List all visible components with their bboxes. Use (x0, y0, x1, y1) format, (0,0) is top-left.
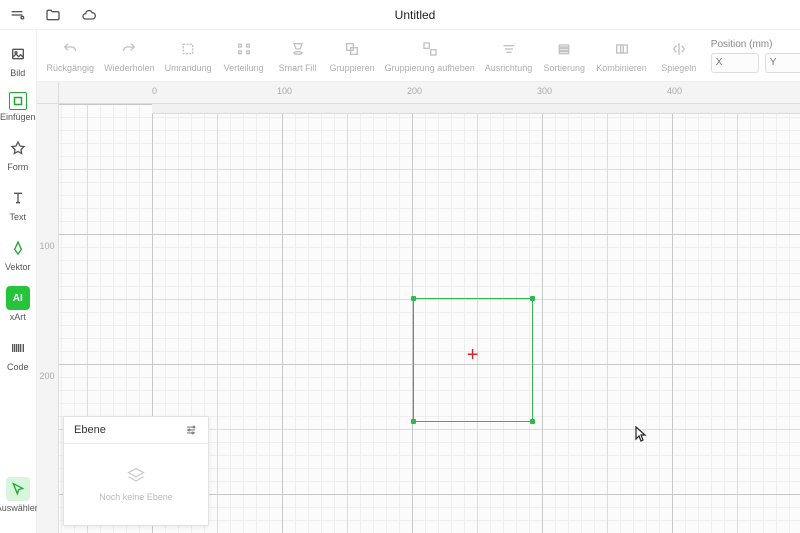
mat-margin-top (152, 104, 800, 114)
sidebar-item-label: xArt (10, 312, 26, 322)
resize-handle-se[interactable] (530, 419, 535, 424)
panel-settings-icon[interactable] (184, 423, 198, 437)
sidebar-item-label: Bild (10, 68, 25, 78)
tool-align[interactable]: Ausrichtung (485, 39, 533, 73)
tool-label: Ausrichtung (485, 63, 533, 73)
ruler-tick: 0 (152, 86, 157, 96)
ai-icon: AI (6, 286, 30, 310)
document-title: Untitled (98, 8, 732, 22)
tool-distribute[interactable]: Verteilung (222, 39, 266, 73)
position-x-input[interactable] (711, 53, 759, 73)
tool-ungroup[interactable]: Gruppierung aufheben (385, 39, 475, 73)
insert-icon (9, 92, 27, 110)
sort-icon (554, 39, 574, 59)
sidebar-item-label: Auswählen (0, 503, 40, 513)
layers-empty-text: Noch keine Ebene (99, 492, 173, 502)
position-controls: Position (mm) (711, 39, 800, 73)
mirror-icon (669, 39, 689, 59)
ruler-tick: 200 (407, 86, 422, 96)
resize-handle-ne[interactable] (530, 296, 535, 301)
ruler-vertical: 100 200 (37, 104, 59, 533)
sidebar-item-label: Form (7, 162, 28, 172)
ruler-tick: 300 (537, 86, 552, 96)
crosshair-icon: + (467, 345, 479, 365)
cloud-icon[interactable] (80, 6, 98, 24)
ruler-tick: 400 (667, 86, 682, 96)
pen-icon (6, 236, 30, 260)
layers-panel[interactable]: Ebene Noch keine Ebene (63, 416, 209, 526)
tool-label: Kombinieren (596, 63, 647, 73)
left-sidebar: Bild Einfügen Form Text Vektor (0, 30, 37, 533)
ruler-tick: 100 (40, 241, 55, 251)
align-icon (499, 39, 519, 59)
text-icon (6, 186, 30, 210)
tool-label: Umrandung (165, 63, 212, 73)
layers-panel-title: Ebene (74, 424, 106, 436)
cursor-icon (635, 426, 647, 442)
folder-icon[interactable] (44, 6, 62, 24)
sidebar-item-label: Code (7, 362, 29, 372)
undo-icon (60, 39, 80, 59)
ruler-corner (37, 82, 59, 104)
outline-icon (178, 39, 198, 59)
shape-icon (6, 136, 30, 160)
ruler-tick: 200 (40, 371, 55, 381)
tool-label: Gruppierung aufheben (385, 63, 475, 73)
barcode-icon (6, 336, 30, 360)
tool-smartfill[interactable]: Smart Fill (276, 39, 320, 73)
menu-icon[interactable] (8, 6, 26, 24)
tool-label: Gruppieren (330, 63, 375, 73)
titlebar: Untitled (0, 0, 800, 30)
sidebar-item-label: Vektor (5, 262, 31, 272)
tool-label: Sortierung (544, 63, 586, 73)
tool-group[interactable]: Gruppieren (330, 39, 375, 73)
tool-label: Spiegeln (661, 63, 696, 73)
ruler-horizontal: 0 100 200 300 400 (59, 82, 800, 104)
position-title: Position (mm) (711, 39, 800, 50)
redo-icon (119, 39, 139, 59)
sidebar-item-einfuegen[interactable]: Einfügen (0, 92, 36, 122)
sidebar-item-bild[interactable]: Bild (0, 42, 36, 78)
layers-panel-body: Noch keine Ebene (64, 444, 208, 524)
ruler-tick: 100 (277, 86, 292, 96)
sidebar-item-label: Text (10, 212, 27, 222)
layers-panel-header: Ebene (64, 417, 208, 444)
sidebar-item-form[interactable]: Form (0, 136, 36, 172)
position-y-input[interactable] (765, 53, 800, 73)
tool-mirror[interactable]: Spiegeln (657, 39, 701, 73)
ungroup-icon (420, 39, 440, 59)
tool-label: Verteilung (224, 63, 264, 73)
top-toolbar: Rückgängig Wiederholen Umrandung Verteil… (37, 30, 800, 82)
titlebar-left-icons (8, 6, 98, 24)
distribute-icon (234, 39, 254, 59)
sidebar-item-vektor[interactable]: Vektor (0, 236, 36, 272)
tool-redo[interactable]: Wiederholen (104, 39, 155, 73)
image-icon (6, 42, 30, 66)
sidebar-item-xart[interactable]: AI xArt (0, 286, 36, 322)
tool-combine[interactable]: Kombinieren (596, 39, 647, 73)
sidebar-item-text[interactable]: Text (0, 186, 36, 222)
sidebar-item-code[interactable]: Code (0, 336, 36, 372)
tool-label: Wiederholen (104, 63, 155, 73)
sidebar-item-label: Einfügen (0, 112, 36, 122)
resize-handle-sw[interactable] (411, 419, 416, 424)
smartfill-icon (288, 39, 308, 59)
sidebar-item-auswaehlen[interactable]: Auswählen (0, 477, 36, 513)
layers-empty-icon (126, 466, 146, 486)
tool-outline[interactable]: Umrandung (165, 39, 212, 73)
tool-undo[interactable]: Rückgängig (47, 39, 95, 73)
resize-handle-nw[interactable] (411, 296, 416, 301)
tool-sort[interactable]: Sortierung (542, 39, 586, 73)
pointer-icon (6, 477, 30, 501)
combine-icon (612, 39, 632, 59)
tool-label: Rückgängig (47, 63, 95, 73)
tool-label: Smart Fill (279, 63, 317, 73)
group-icon (342, 39, 362, 59)
